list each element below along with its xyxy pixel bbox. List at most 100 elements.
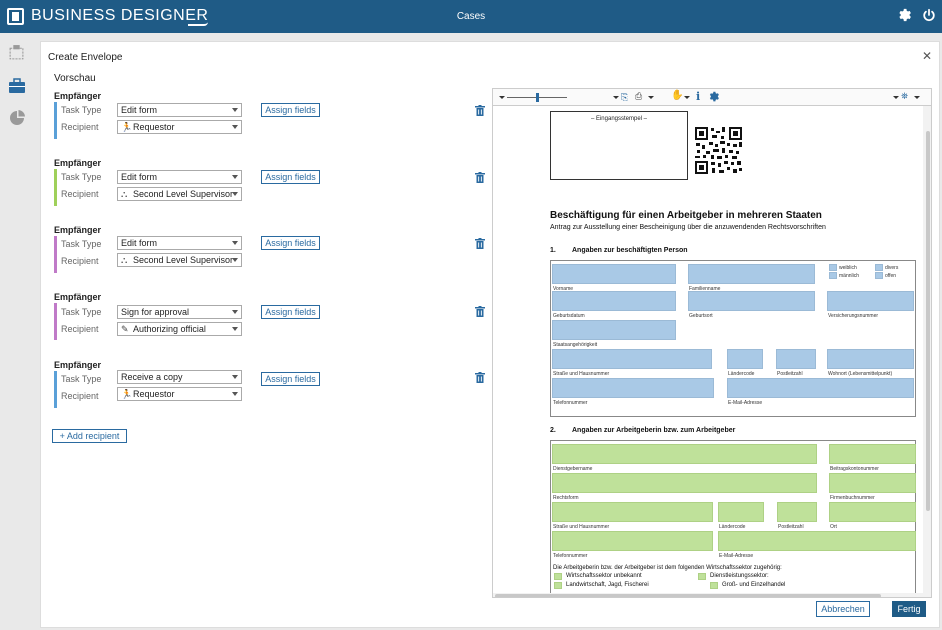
trash-icon[interactable]	[475, 238, 485, 249]
field-label: Telefonnummer	[553, 553, 588, 559]
horizontal-scrollbar[interactable]	[493, 593, 923, 597]
recipient-heading: Empfänger	[54, 91, 102, 101]
envelope-box-icon[interactable]	[6, 42, 27, 63]
done-button[interactable]: Fertig	[892, 601, 926, 617]
geburtsort-field[interactable]	[688, 291, 815, 311]
sector-retail-checkbox[interactable]	[710, 582, 718, 589]
gender-male-checkbox[interactable]	[829, 272, 837, 279]
pie-chart-icon[interactable]	[6, 107, 27, 128]
staatsangehoerigkeit-field[interactable]	[552, 320, 676, 340]
recipient-select[interactable]: ⛬ Second Level Supervisor	[117, 253, 242, 267]
dropdown-arrow-icon[interactable]	[893, 96, 899, 99]
recipient-select[interactable]: 🏃Requestor	[117, 120, 242, 134]
recipient-select[interactable]: 🏃Requestor	[117, 387, 242, 401]
firmenbuchnummer-field[interactable]	[829, 473, 916, 493]
recipient-value: Second Level Supervisor	[133, 255, 234, 265]
field-label: Postleitzahl	[778, 524, 804, 530]
recipient-label: Recipient	[61, 122, 99, 132]
close-icon[interactable]: ✕	[922, 49, 932, 63]
task-type-select[interactable]: Edit form	[117, 236, 242, 250]
settings-gear-icon[interactable]	[708, 91, 719, 104]
email-field[interactable]	[718, 531, 916, 551]
sector-unknown-checkbox[interactable]	[554, 573, 562, 580]
versicherungsnummer-field[interactable]	[827, 291, 914, 311]
vorname-field[interactable]	[552, 264, 676, 284]
recipient-label: Recipient	[61, 324, 99, 334]
settings-gear-icon[interactable]	[897, 8, 911, 26]
task-type-select[interactable]: Edit form	[117, 170, 242, 184]
power-icon[interactable]	[922, 8, 936, 26]
assign-fields-button[interactable]: Assign fields	[261, 103, 320, 117]
laendercode-field[interactable]	[727, 349, 763, 369]
gender-diverse-checkbox[interactable]	[875, 264, 883, 271]
add-recipient-button[interactable]: + Add recipient	[52, 429, 127, 443]
beitragskontonummer-field[interactable]	[829, 444, 916, 464]
dropdown-arrow-icon[interactable]	[648, 96, 654, 99]
task-type-value: Edit form	[121, 105, 158, 115]
task-type-value: Sign for approval	[121, 307, 190, 317]
runner-icon: 🏃	[121, 122, 133, 132]
trash-icon[interactable]	[475, 306, 485, 317]
gender-label: weiblich	[839, 265, 857, 271]
strasse-field[interactable]	[552, 502, 713, 522]
familienname-field[interactable]	[688, 264, 815, 284]
wohnort-field[interactable]	[827, 349, 914, 369]
geburtsdatum-field[interactable]	[552, 291, 676, 311]
assign-fields-button[interactable]: Assign fields	[261, 236, 320, 250]
zoom-slider-handle[interactable]	[536, 93, 539, 102]
zoom-dropdown-icon[interactable]	[499, 96, 505, 99]
trash-icon[interactable]	[475, 172, 485, 183]
sector-agri-checkbox[interactable]	[554, 582, 562, 589]
dropdown-arrow-icon[interactable]	[684, 96, 690, 99]
sector-services-checkbox[interactable]	[698, 573, 706, 580]
recipient-heading: Empfänger	[54, 158, 102, 168]
strasse-field[interactable]	[552, 349, 712, 369]
telefon-field[interactable]	[552, 378, 714, 398]
vertical-scrollbar[interactable]	[923, 106, 931, 597]
scroll-thumb[interactable]	[495, 594, 881, 597]
plz-field[interactable]	[776, 349, 816, 369]
telefon-field[interactable]	[552, 531, 713, 551]
task-type-select[interactable]: Sign for approval	[117, 305, 242, 319]
email-field[interactable]	[727, 378, 914, 398]
laendercode-field[interactable]	[718, 502, 764, 522]
plz-field[interactable]	[777, 502, 817, 522]
scroll-thumb[interactable]	[926, 131, 930, 511]
dialog-title: Create Envelope	[48, 52, 123, 63]
section-number: 2.	[550, 427, 556, 434]
recipient-block: Empfänger Task Type Edit form Assign fie…	[54, 225, 494, 279]
section-number: 1.	[550, 247, 556, 254]
dropdown-arrow-icon	[232, 258, 238, 262]
info-icon[interactable]: i	[696, 90, 700, 103]
pan-hand-icon[interactable]: ✋	[671, 90, 683, 101]
recipient-select[interactable]: ✎ Authorizing official	[117, 322, 242, 336]
preview-toolbar: ⎘ ⎙ ✋ i ⛯	[493, 89, 931, 106]
gender-open-checkbox[interactable]	[875, 272, 883, 279]
task-type-select[interactable]: Receive a copy	[117, 370, 242, 384]
assign-fields-button[interactable]: Assign fields	[261, 372, 320, 386]
briefcase-icon[interactable]	[6, 75, 27, 96]
recipient-heading: Empfänger	[54, 225, 102, 235]
recipient-block: Empfänger Task Type Sign for approval As…	[54, 292, 494, 346]
gender-female-checkbox[interactable]	[829, 264, 837, 271]
task-type-label: Task Type	[61, 172, 102, 182]
rechtsform-field[interactable]	[552, 473, 817, 493]
task-type-value: Edit form	[121, 238, 158, 248]
dropdown-arrow-icon[interactable]	[914, 96, 920, 99]
ort-field[interactable]	[829, 502, 916, 522]
assign-fields-button[interactable]: Assign fields	[261, 305, 320, 319]
recipient-value: Requestor	[133, 389, 175, 399]
print-settings-icon[interactable]: ⎙	[635, 91, 642, 102]
trash-icon[interactable]	[475, 105, 485, 116]
recipient-value: Second Level Supervisor	[133, 189, 234, 199]
recipient-select[interactable]: ⛬ Second Level Supervisor	[117, 187, 242, 201]
field-label: Staatsangehörigkeit	[553, 342, 598, 348]
dropdown-arrow-icon[interactable]	[613, 96, 619, 99]
assign-fields-button[interactable]: Assign fields	[261, 170, 320, 184]
binoculars-icon[interactable]: ⛯	[901, 91, 908, 102]
trash-icon[interactable]	[475, 372, 485, 383]
cancel-button[interactable]: Abbrechen	[816, 601, 870, 617]
task-type-select[interactable]: Edit form	[117, 103, 242, 117]
fit-page-icon[interactable]: ⎘	[621, 92, 628, 103]
dienstgebername-field[interactable]	[552, 444, 817, 464]
